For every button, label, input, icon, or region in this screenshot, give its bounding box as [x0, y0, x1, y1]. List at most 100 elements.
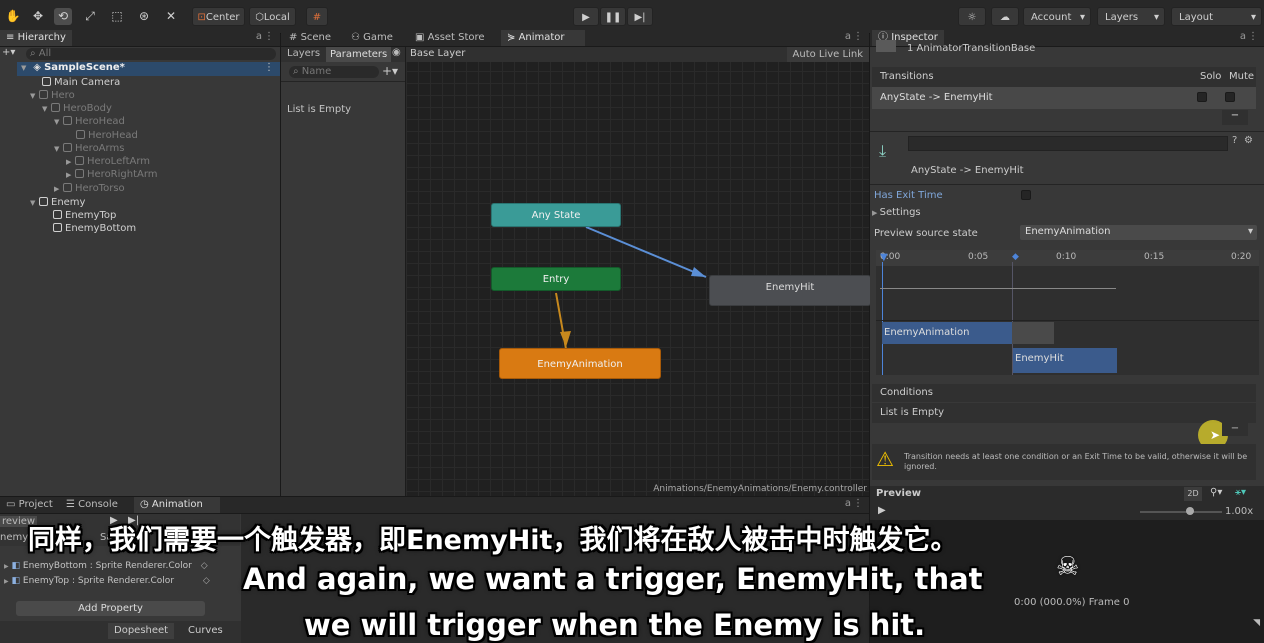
- transition-row[interactable]: AnyState -> EnemyHit: [872, 87, 1256, 109]
- tab-curves[interactable]: Curves: [182, 623, 229, 639]
- scale-tool-icon[interactable]: ⤢: [81, 8, 99, 25]
- list-item[interactable]: ▶ HeroRightArm: [66, 168, 158, 181]
- play-icon[interactable]: ▶: [878, 505, 886, 516]
- tab-scene[interactable]: # Scene: [283, 30, 337, 46]
- transition-marker-icon[interactable]: ◆: [1012, 252, 1019, 262]
- list-item[interactable]: ▼ Hero: [30, 89, 75, 102]
- toggle-2d-button[interactable]: 2D: [1184, 487, 1202, 501]
- tab-hierarchy[interactable]: ≡ Hierarchy: [0, 30, 72, 46]
- pivot-toggle-button[interactable]: ⊡Center: [192, 7, 245, 26]
- transform-tool-icon[interactable]: ⊛: [135, 8, 153, 25]
- controller-path: Animations/EnemyAnimations/Enemy.control…: [653, 484, 867, 494]
- avatar-icon[interactable]: ⚹▾: [1235, 487, 1246, 498]
- add-parameter-icon[interactable]: +▾: [382, 64, 398, 78]
- gameobject-icon: [75, 169, 84, 178]
- kebab-menu-icon[interactable]: ⋮: [853, 31, 863, 42]
- gear-icon[interactable]: ⚙: [1244, 135, 1253, 146]
- tab-dopesheet[interactable]: Dopesheet: [108, 623, 175, 639]
- transition-name-field[interactable]: [908, 136, 1228, 151]
- cloud-icon: ☁: [1000, 12, 1010, 23]
- solo-checkbox[interactable]: [1197, 92, 1207, 102]
- speed-slider[interactable]: [1140, 511, 1222, 513]
- preview-header: Preview 2D ⚲▾ ⚹▾: [870, 486, 1264, 504]
- step-button[interactable]: ▶|: [627, 7, 653, 26]
- tab-game[interactable]: ⚇ Game: [345, 30, 399, 46]
- list-item[interactable]: HeroHead: [76, 129, 138, 142]
- enemy-hit-node[interactable]: EnemyHit: [709, 275, 871, 306]
- settings-foldout[interactable]: ▶ Settings: [872, 207, 921, 218]
- kebab-menu-icon[interactable]: ⋮: [853, 498, 863, 509]
- help-icon[interactable]: ?: [1232, 135, 1237, 146]
- gameobject-icon: [63, 183, 72, 192]
- pause-icon: ❚❚: [604, 12, 622, 23]
- property-row[interactable]: ▶ ◧ EnemyBottom : Sprite Renderer.Color …: [4, 561, 208, 571]
- collab-button[interactable]: ☼: [958, 7, 986, 26]
- tab-console[interactable]: ☰ Console: [60, 497, 124, 513]
- move-tool-icon[interactable]: ✥: [29, 8, 47, 25]
- list-item[interactable]: ▶ HeroLeftArm: [66, 155, 150, 168]
- speed-slider-handle[interactable]: [1186, 507, 1194, 515]
- weight-curve: [880, 288, 1116, 289]
- list-item[interactable]: ▼ HeroHead: [54, 115, 125, 128]
- keyframe-icon[interactable]: ◇: [203, 576, 210, 586]
- list-item[interactable]: ▶ HeroTorso: [54, 182, 125, 195]
- list-item[interactable]: ▼ HeroArms: [54, 142, 124, 155]
- keyframe-icon[interactable]: ◇: [201, 561, 208, 571]
- scene-row[interactable]: ▼ ◈ SampleScene* ⋮: [17, 62, 280, 76]
- lock-icon[interactable]: a: [1240, 31, 1246, 42]
- account-dropdown[interactable]: Account ▾: [1023, 7, 1091, 26]
- eye-icon[interactable]: ◉: [392, 47, 401, 58]
- add-property-button[interactable]: Add Property: [16, 601, 205, 616]
- tab-asset-store[interactable]: ▣ Asset Store: [409, 30, 491, 46]
- gameobject-icon: [75, 156, 84, 165]
- layout-dropdown[interactable]: Layout ▾: [1171, 7, 1262, 26]
- play-button[interactable]: ▶: [573, 7, 599, 26]
- enemy-animation-node[interactable]: EnemyAnimation: [499, 348, 661, 379]
- kebab-menu-icon[interactable]: ⋮: [264, 62, 274, 73]
- property-row[interactable]: ▶ ◧ EnemyTop : Sprite Renderer.Color ◇: [4, 576, 210, 586]
- remove-transition-button[interactable]: −: [1222, 110, 1248, 125]
- rect-tool-icon[interactable]: ⬚: [108, 8, 126, 25]
- has-exit-time-checkbox[interactable]: [1021, 190, 1031, 200]
- tab-animator[interactable]: ⋟ Animator: [501, 30, 585, 46]
- gamepad-icon: ⚇: [351, 32, 364, 43]
- pivot-icon[interactable]: ⚲▾: [1210, 487, 1222, 498]
- lock-icon[interactable]: a: [845, 498, 851, 509]
- custom-tool-icon[interactable]: ✕: [162, 8, 180, 25]
- lock-icon[interactable]: a: [845, 31, 851, 42]
- clip-dropdown[interactable]: nemyl: [0, 532, 31, 543]
- tab-layers[interactable]: Layers: [287, 48, 320, 59]
- parameter-search-input[interactable]: ⌕ Name: [289, 66, 379, 78]
- add-icon[interactable]: +▾: [2, 47, 15, 58]
- any-state-node[interactable]: Any State: [491, 203, 621, 227]
- space-toggle-button[interactable]: ⬡Local: [249, 7, 296, 26]
- entry-node[interactable]: Entry: [491, 267, 621, 291]
- mute-checkbox[interactable]: [1225, 92, 1235, 102]
- add-condition-button[interactable]: −: [1222, 423, 1248, 436]
- source-state-bar[interactable]: EnemyAnimation: [882, 322, 1012, 344]
- list-item[interactable]: EnemyBottom: [53, 222, 136, 235]
- collapsed-arrow-icon: ▶: [54, 185, 60, 193]
- pause-button[interactable]: ❚❚: [600, 7, 626, 26]
- transition-timeline[interactable]: 0:00 0:05 0:10 0:15 0:20 ▼ ◆ EnemyAnimat…: [876, 250, 1259, 375]
- list-item[interactable]: Main Camera: [42, 76, 120, 89]
- kebab-menu-icon[interactable]: ⋮: [264, 31, 274, 42]
- kebab-menu-icon[interactable]: ⋮: [1248, 31, 1258, 42]
- transition-arrows: [555, 226, 707, 350]
- lock-icon[interactable]: a: [256, 31, 262, 42]
- list-item[interactable]: EnemyTop: [53, 209, 116, 222]
- rotate-tool-icon[interactable]: ⟲: [54, 8, 72, 25]
- hand-tool-icon[interactable]: ✋: [4, 8, 22, 25]
- grid-snap-button[interactable]: #: [306, 7, 328, 26]
- tab-project[interactable]: ▭ Project: [0, 497, 59, 513]
- cloud-button[interactable]: ☁: [991, 7, 1019, 26]
- animator-graph[interactable]: Base Layer Auto Live Link Any State Entr…: [406, 47, 871, 496]
- target-state-bar[interactable]: EnemyHit: [1013, 348, 1117, 373]
- layers-dropdown[interactable]: Layers ▾: [1097, 7, 1165, 26]
- list-item[interactable]: ▼ Enemy: [30, 196, 85, 209]
- tab-parameters[interactable]: Parameters: [326, 47, 392, 62]
- preview-source-dropdown[interactable]: EnemyAnimation ▾: [1020, 225, 1257, 240]
- list-item[interactable]: ▼ HeroBody: [42, 102, 112, 115]
- tab-animation[interactable]: ◷ Animation: [134, 497, 220, 513]
- hierarchy-search-input[interactable]: ⌕ All: [26, 48, 276, 60]
